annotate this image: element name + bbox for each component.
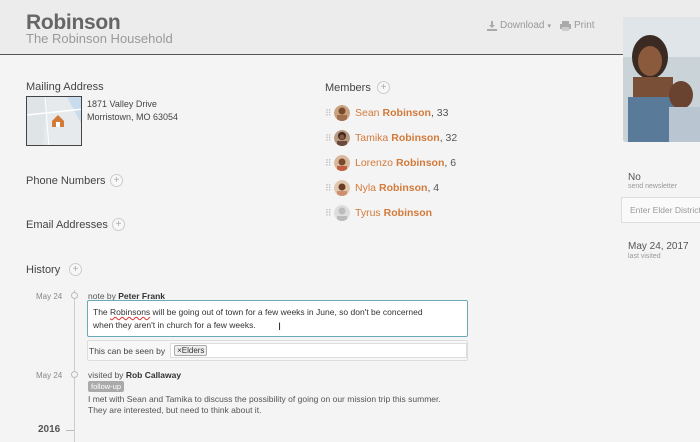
print-label: Print bbox=[574, 20, 595, 31]
visibility-chip-label: Elders bbox=[181, 346, 205, 355]
text-cursor-icon: I bbox=[278, 321, 282, 333]
visibility-label: This can be seen by bbox=[89, 345, 166, 356]
address-street: 1871 Valley Drive bbox=[87, 99, 157, 109]
timeline-dot bbox=[71, 371, 78, 378]
page-header: Robinson The Robinson Household Download… bbox=[0, 0, 700, 55]
avatar bbox=[334, 205, 350, 221]
timeline-dot bbox=[71, 292, 78, 299]
year-tick bbox=[66, 430, 74, 431]
download-icon bbox=[487, 20, 497, 31]
members-title: Members bbox=[325, 82, 371, 94]
visibility-chip[interactable]: ×Elders bbox=[174, 345, 208, 356]
add-history-button[interactable]: + bbox=[69, 263, 82, 276]
drag-handle-icon[interactable]: ⠿ bbox=[325, 183, 332, 193]
note-text-misspelled: Robinsons bbox=[110, 307, 151, 317]
address-city: Morristown, MO 63054 bbox=[87, 112, 179, 122]
drag-handle-icon[interactable]: ⠿ bbox=[325, 108, 332, 118]
plus-icon: + bbox=[113, 175, 120, 186]
follow-up-tag: follow-up bbox=[88, 381, 125, 392]
drag-handle-icon[interactable]: ⠿ bbox=[325, 208, 332, 218]
member-row-tyrus[interactable]: ⠿ Tyrus Robinson bbox=[325, 204, 432, 222]
family-photo[interactable] bbox=[623, 17, 700, 142]
last-visited-label: last visited bbox=[628, 253, 661, 260]
member-age: , 32 bbox=[439, 132, 458, 144]
history-entry-date: May 24 bbox=[36, 371, 63, 380]
history-entry-author[interactable]: Rob Callaway bbox=[126, 370, 181, 380]
member-row-lorenzo[interactable]: ⠿ Lorenzo Robinson , 6 bbox=[325, 154, 456, 172]
avatar bbox=[334, 180, 350, 196]
member-first-name[interactable]: Sean bbox=[355, 107, 380, 119]
history-entry-heading: visited by Rob Callaway bbox=[88, 370, 181, 380]
caret-down-icon: ▾ bbox=[547, 22, 551, 30]
history-entry-kind: visited by bbox=[88, 370, 124, 380]
note-text-pre: The bbox=[93, 307, 111, 317]
plus-icon: + bbox=[115, 219, 122, 230]
print-button[interactable]: Print bbox=[560, 20, 595, 31]
visibility-row: This can be seen by ×Elders bbox=[87, 340, 468, 361]
note-text-rest: will be going out of town for a few week… bbox=[150, 307, 423, 317]
avatar bbox=[334, 130, 350, 146]
member-last-name[interactable]: Robinson bbox=[396, 157, 444, 169]
print-icon bbox=[560, 20, 571, 31]
avatar bbox=[334, 155, 350, 171]
member-last-name[interactable]: Robinson bbox=[383, 107, 431, 119]
member-first-name[interactable]: Tamika bbox=[355, 132, 388, 144]
last-visited-value: May 24, 2017 bbox=[628, 241, 689, 252]
member-first-name[interactable]: Nyla bbox=[355, 182, 376, 194]
household-name: The Robinson Household bbox=[26, 31, 173, 46]
plus-icon: + bbox=[72, 264, 79, 275]
add-phone-button[interactable]: + bbox=[110, 174, 123, 187]
member-row-sean[interactable]: ⠿ Sean Robinson , 33 bbox=[325, 104, 448, 122]
history-year-label: 2016 bbox=[38, 424, 61, 435]
elder-district-input[interactable]: Enter Elder District bbox=[621, 197, 700, 223]
history-entry-text-line2: They are interested, but need to think a… bbox=[88, 405, 262, 415]
member-first-name[interactable]: Tyrus bbox=[355, 207, 381, 219]
history-entry-text-line1: I met with Sean and Tamika to discuss th… bbox=[88, 394, 441, 404]
history-timeline bbox=[74, 290, 75, 442]
drag-handle-icon[interactable]: ⠿ bbox=[325, 158, 332, 168]
mailing-address-title: Mailing Address bbox=[26, 81, 104, 93]
newsletter-value[interactable]: No bbox=[628, 172, 641, 183]
visibility-select[interactable]: ×Elders bbox=[170, 343, 467, 358]
member-last-name[interactable]: Robinson bbox=[384, 207, 432, 219]
newsletter-label: send newsletter bbox=[628, 183, 678, 190]
member-last-name[interactable]: Robinson bbox=[391, 132, 439, 144]
member-row-nyla[interactable]: ⠿ Nyla Robinson , 4 bbox=[325, 179, 439, 197]
phone-numbers-title: Phone Numbers bbox=[26, 175, 106, 187]
history-title: History bbox=[26, 264, 61, 276]
history-entry-date: May 24 bbox=[36, 292, 63, 301]
avatar bbox=[334, 105, 350, 121]
member-age: , 4 bbox=[427, 182, 440, 194]
address-map[interactable] bbox=[26, 96, 82, 146]
member-last-name[interactable]: Robinson bbox=[379, 182, 427, 194]
member-first-name[interactable]: Lorenzo bbox=[355, 157, 393, 169]
add-email-button[interactable]: + bbox=[112, 218, 125, 231]
member-age: , 6 bbox=[444, 157, 457, 169]
download-button[interactable]: Download ▾ bbox=[487, 20, 551, 31]
add-member-button[interactable]: + bbox=[377, 81, 390, 94]
member-age: , 33 bbox=[430, 107, 449, 119]
email-addresses-title: Email Addresses bbox=[26, 219, 108, 231]
plus-icon: + bbox=[380, 82, 387, 93]
download-label: Download bbox=[500, 20, 545, 31]
member-row-tamika[interactable]: ⠿ Tamika Robinson , 32 bbox=[325, 129, 457, 147]
drag-handle-icon[interactable]: ⠿ bbox=[325, 133, 332, 143]
